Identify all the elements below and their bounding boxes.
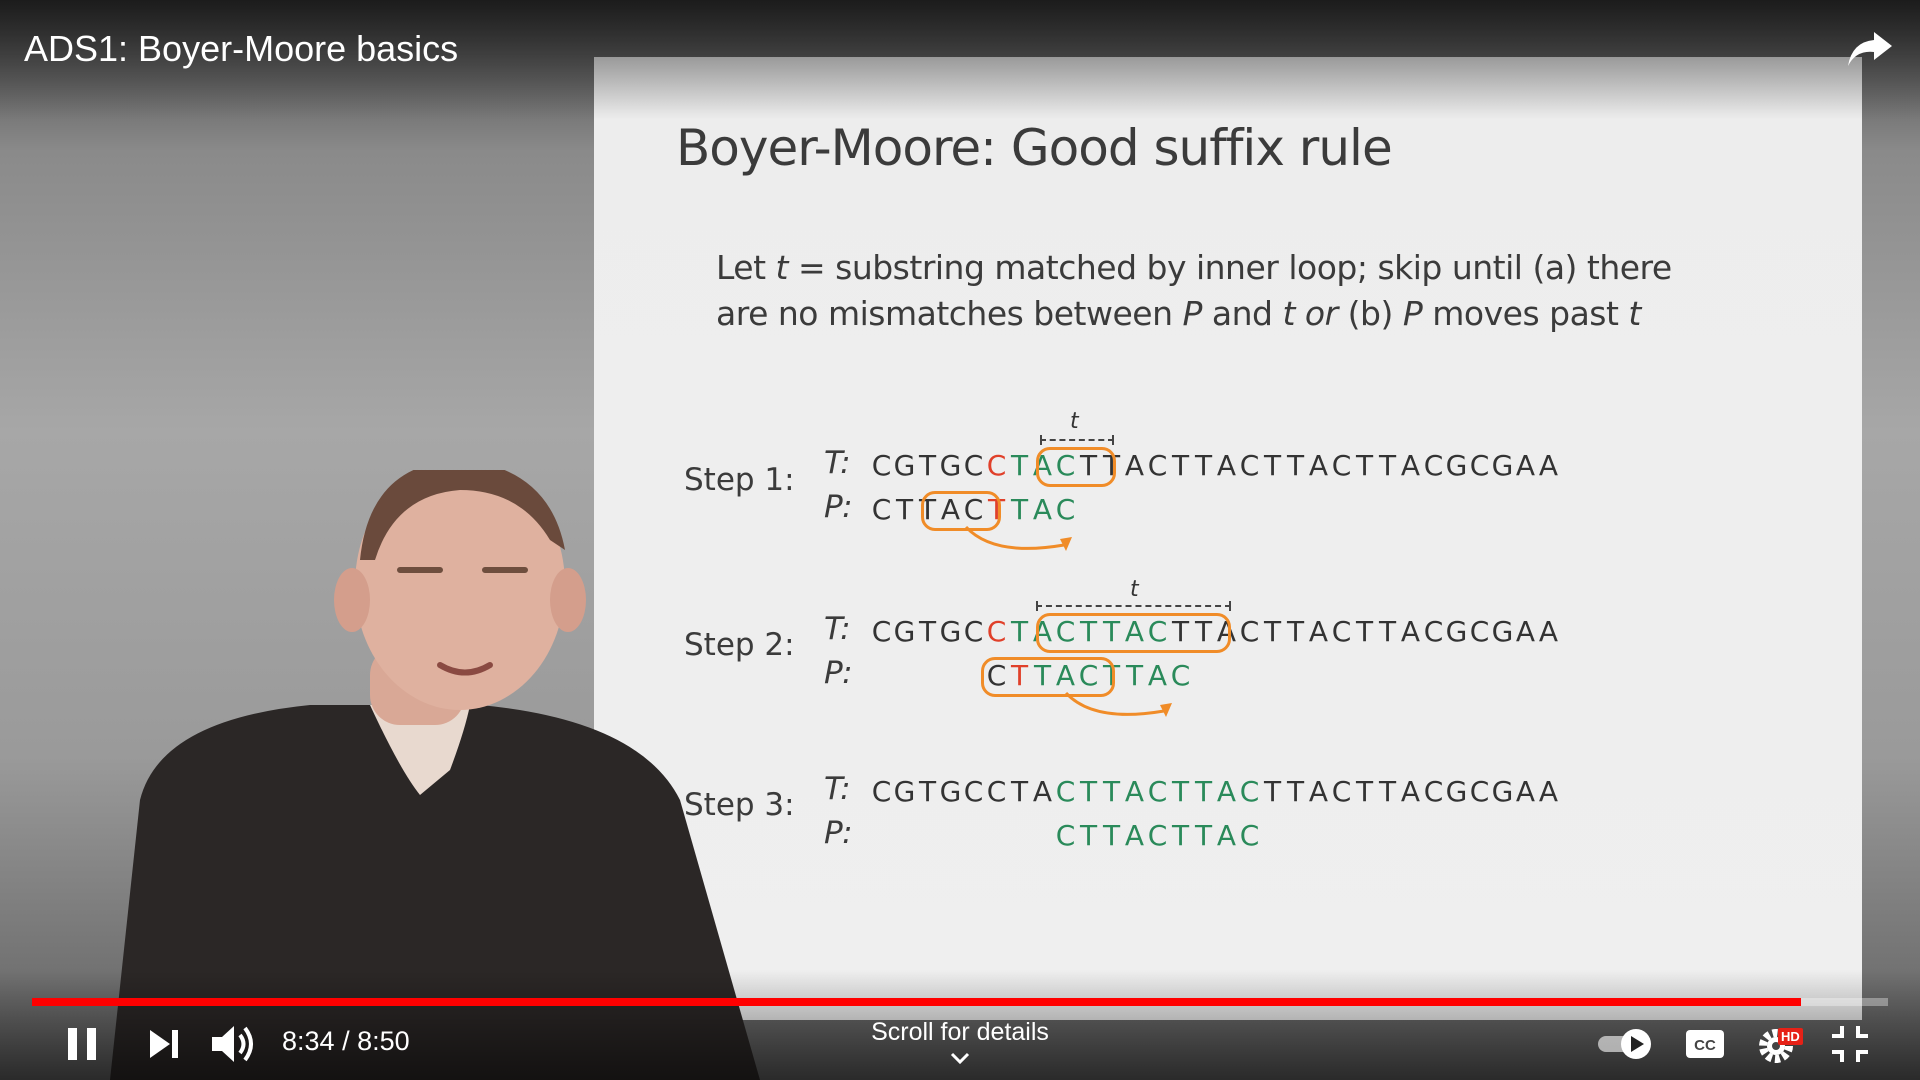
step-1-p-label: P: bbox=[824, 489, 853, 525]
chevron-down-icon[interactable] bbox=[948, 1050, 972, 1066]
progress-fill bbox=[32, 998, 1801, 1006]
step-3-text-sequence: CG T GC C T A C T T A C T T A C T T A C T T A CGCGA A bbox=[871, 775, 1559, 808]
captions-button[interactable]: CC bbox=[1684, 1022, 1726, 1066]
step-2-p-label: P: bbox=[824, 655, 853, 691]
step-1-t-marker: t bbox=[1070, 409, 1079, 434]
autoplay-toggle-icon bbox=[1598, 1029, 1651, 1059]
step-3-p-label: P: bbox=[824, 815, 853, 851]
captions-icon: CC bbox=[1686, 1030, 1724, 1058]
exit-fullscreen-icon bbox=[1832, 1026, 1868, 1062]
step-2-t-label: T: bbox=[824, 611, 851, 647]
step-1-pattern-highlight bbox=[921, 491, 1001, 531]
step-1-shift-arrow bbox=[964, 525, 1072, 551]
video-title[interactable]: ADS1: Boyer-Moore basics bbox=[24, 28, 458, 70]
step-1-text-sequence: CG T GC C T A C T T A C T T A C T T A C T T A CGCGA A bbox=[871, 449, 1559, 482]
autoplay-toggle[interactable] bbox=[1596, 1022, 1656, 1066]
step-3-pattern-sequence: CTTACTTAC bbox=[1055, 819, 1260, 852]
slide-description: Let t = substring matched by inner loop;… bbox=[716, 248, 1672, 333]
step-3-t-label: T: bbox=[824, 771, 851, 807]
step-2-t-marker: t bbox=[1130, 577, 1139, 602]
svg-text:CC: CC bbox=[1694, 1037, 1716, 1054]
video-frame[interactable]: Boyer-Moore: Good suffix rule Let t = su… bbox=[0, 0, 1920, 1080]
step-1-bracket bbox=[1040, 435, 1114, 447]
step-2-shift-arrow bbox=[1064, 691, 1172, 717]
exit-fullscreen-button[interactable] bbox=[1830, 1022, 1870, 1066]
step-1-t-label: T: bbox=[824, 445, 851, 481]
progress-bar[interactable] bbox=[32, 998, 1888, 1006]
lecture-slide: Boyer-Moore: Good suffix rule Let t = su… bbox=[594, 57, 1862, 1020]
share-icon[interactable] bbox=[1846, 28, 1894, 68]
step-2-text-highlight bbox=[1036, 613, 1231, 653]
step-2-pattern-highlight bbox=[981, 657, 1115, 697]
slide-title: Boyer-Moore: Good suffix rule bbox=[676, 119, 1393, 177]
step-1-text-highlight bbox=[1036, 447, 1116, 487]
hd-badge: HD bbox=[1778, 1028, 1803, 1045]
step-2-bracket bbox=[1036, 601, 1231, 613]
settings-button[interactable]: HD bbox=[1756, 1022, 1808, 1066]
